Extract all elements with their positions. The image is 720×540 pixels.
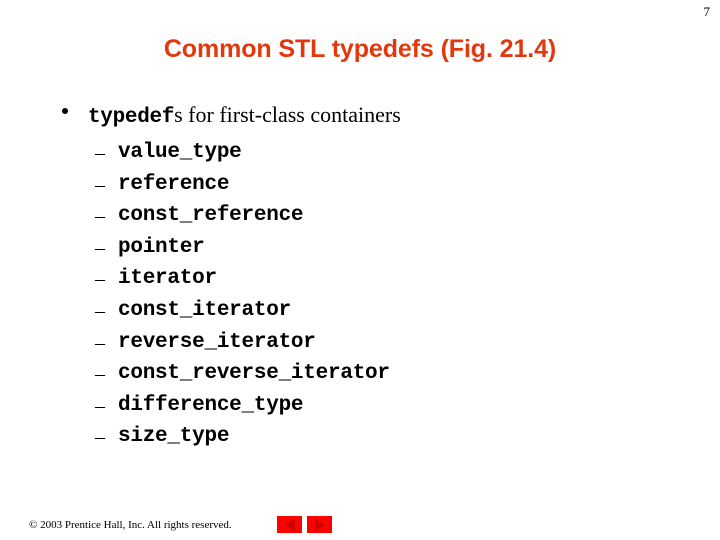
list-item-label: iterator [118, 267, 217, 291]
list-item: – iterator [0, 265, 720, 297]
list-item: – reverse_iterator [0, 329, 720, 361]
dash-icon: – [95, 173, 105, 196]
dash-icon: – [95, 363, 105, 386]
list-item-label: const_reverse_iterator [118, 362, 390, 386]
typedef-keyword: typedef [88, 106, 175, 129]
dash-icon: – [95, 331, 105, 354]
dash-icon: – [95, 236, 105, 259]
list-item-label: reference [118, 172, 230, 196]
list-item: – size_type [0, 423, 720, 455]
previous-slide-button[interactable] [277, 516, 302, 533]
dash-icon: – [95, 394, 105, 417]
list-item-label: size_type [118, 425, 230, 449]
list-item: – const_reference [0, 202, 720, 234]
copyright-notice: © 2003 Prentice Hall, Inc. All rights re… [29, 519, 232, 531]
bullet-dot-icon [62, 108, 68, 114]
dash-icon: – [95, 268, 105, 291]
dash-icon: – [95, 426, 105, 449]
list-item-label: pointer [118, 235, 205, 259]
list-item: – const_reverse_iterator [0, 360, 720, 392]
triangle-left-icon [284, 518, 295, 531]
list-item-label: reverse_iterator [118, 330, 316, 354]
list-item-label: value_type [118, 141, 242, 164]
typedef-list: – value_type – reference – const_referen… [0, 139, 720, 455]
list-item-label: const_reference [118, 204, 304, 228]
list-item: – const_iterator [0, 297, 720, 329]
slide: 7 Common STL typedefs (Fig. 21.4) typede… [0, 0, 720, 540]
list-item-label: difference_type [118, 393, 304, 417]
triangle-right-icon [314, 518, 325, 531]
list-item: – pointer [0, 234, 720, 266]
bullet-item: typedefs for first-class containers [0, 101, 720, 131]
dash-icon: – [95, 142, 105, 164]
dash-icon: – [95, 205, 105, 228]
list-item: – value_type [0, 139, 720, 171]
list-item: – reference [0, 171, 720, 203]
bullet-item-rest: s for first-class containers [174, 102, 401, 127]
list-item: – difference_type [0, 392, 720, 424]
bullet-item-label: typedefs for first-class containers [88, 101, 401, 131]
navigation-controls [277, 516, 332, 533]
page-title: Common STL typedefs (Fig. 21.4) [163, 35, 557, 63]
slide-body: typedefs for first-class containers – va… [0, 101, 720, 455]
list-item-label: const_iterator [118, 298, 291, 322]
dash-icon: – [95, 299, 105, 322]
page-number: 7 [703, 4, 711, 19]
next-slide-button[interactable] [307, 516, 332, 533]
